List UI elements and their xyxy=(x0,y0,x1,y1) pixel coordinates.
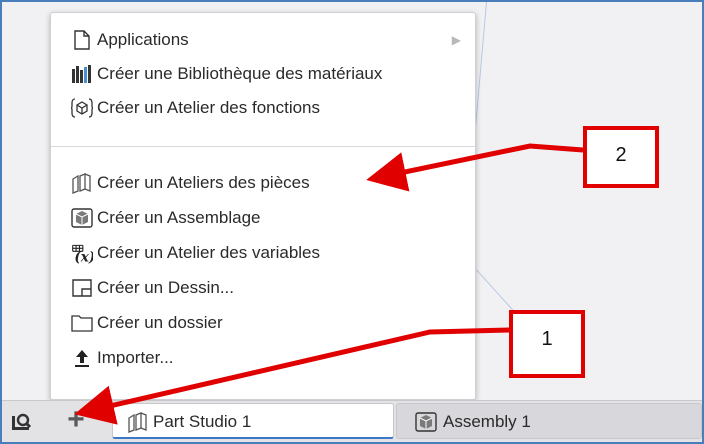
tab-label: Part Studio 1 xyxy=(153,412,252,431)
callout-number: 1 xyxy=(541,328,553,350)
feature-cube-icon xyxy=(71,97,93,119)
menu-item-label: Créer un Assemblage xyxy=(97,208,261,227)
menu-item-import[interactable]: Importer... xyxy=(51,343,475,373)
books-icon xyxy=(71,63,93,85)
menu-item-label: Créer un Dessin... xyxy=(97,278,234,297)
tab-bar: + Part Studio 1 Assembly 1 xyxy=(2,400,702,442)
menu-item-create-part-studio[interactable]: Créer un Ateliers des pièces xyxy=(51,168,475,198)
assembly-icon xyxy=(415,411,437,433)
create-menu: Applications ▶ Créer une Bibliothèque de… xyxy=(50,12,476,400)
assembly-icon xyxy=(71,207,93,229)
folder-icon xyxy=(71,312,93,334)
variable-icon: (x) xyxy=(71,242,93,264)
tab-assembly-1[interactable]: Assembly 1 xyxy=(396,403,702,439)
callout-box-2: 2 xyxy=(583,126,659,188)
tab-label: Assembly 1 xyxy=(443,412,531,431)
app-frame: Applications ▶ Créer une Bibliothèque de… xyxy=(0,0,704,444)
menu-item-label: Créer une Bibliothèque des matériaux xyxy=(97,64,383,83)
tab-part-studio-1[interactable]: Part Studio 1 xyxy=(112,403,394,439)
menu-item-label: Créer un Atelier des variables xyxy=(97,243,321,262)
menu-item-applications[interactable]: Applications ▶ xyxy=(51,25,475,55)
menu-item-create-variable-studio[interactable]: (x) Créer un Atelier des variables xyxy=(51,238,475,268)
part-studio-icon xyxy=(127,411,149,433)
menu-item-create-material-library[interactable]: Créer une Bibliothèque des matériaux xyxy=(51,59,475,89)
menu-item-create-assembly[interactable]: Créer un Assemblage xyxy=(51,203,475,233)
callout-box-1: 1 xyxy=(509,310,585,378)
menu-item-label: Applications xyxy=(97,30,189,49)
submenu-arrow-icon: ▶ xyxy=(451,33,461,47)
document-icon xyxy=(71,29,93,51)
menu-item-create-folder[interactable]: Créer un dossier xyxy=(51,308,475,338)
add-tab-plus-button[interactable]: + xyxy=(62,405,90,435)
svg-text:(x): (x) xyxy=(74,249,93,264)
menu-item-create-drawing[interactable]: Créer un Dessin... xyxy=(51,273,475,303)
menu-item-create-feature-studio[interactable]: Créer un Atelier des fonctions xyxy=(51,93,475,123)
part-studio-icon xyxy=(71,172,93,194)
menu-item-label: Importer... xyxy=(97,348,174,367)
menu-item-label: Créer un Ateliers des pièces xyxy=(97,173,310,192)
menu-item-label: Créer un dossier xyxy=(97,313,223,332)
search-tabs-icon[interactable] xyxy=(10,409,34,433)
drawing-icon xyxy=(71,277,93,299)
upload-icon xyxy=(71,347,93,369)
callout-number: 2 xyxy=(615,144,627,166)
menu-separator xyxy=(51,146,475,147)
menu-item-label: Créer un Atelier des fonctions xyxy=(97,98,321,117)
